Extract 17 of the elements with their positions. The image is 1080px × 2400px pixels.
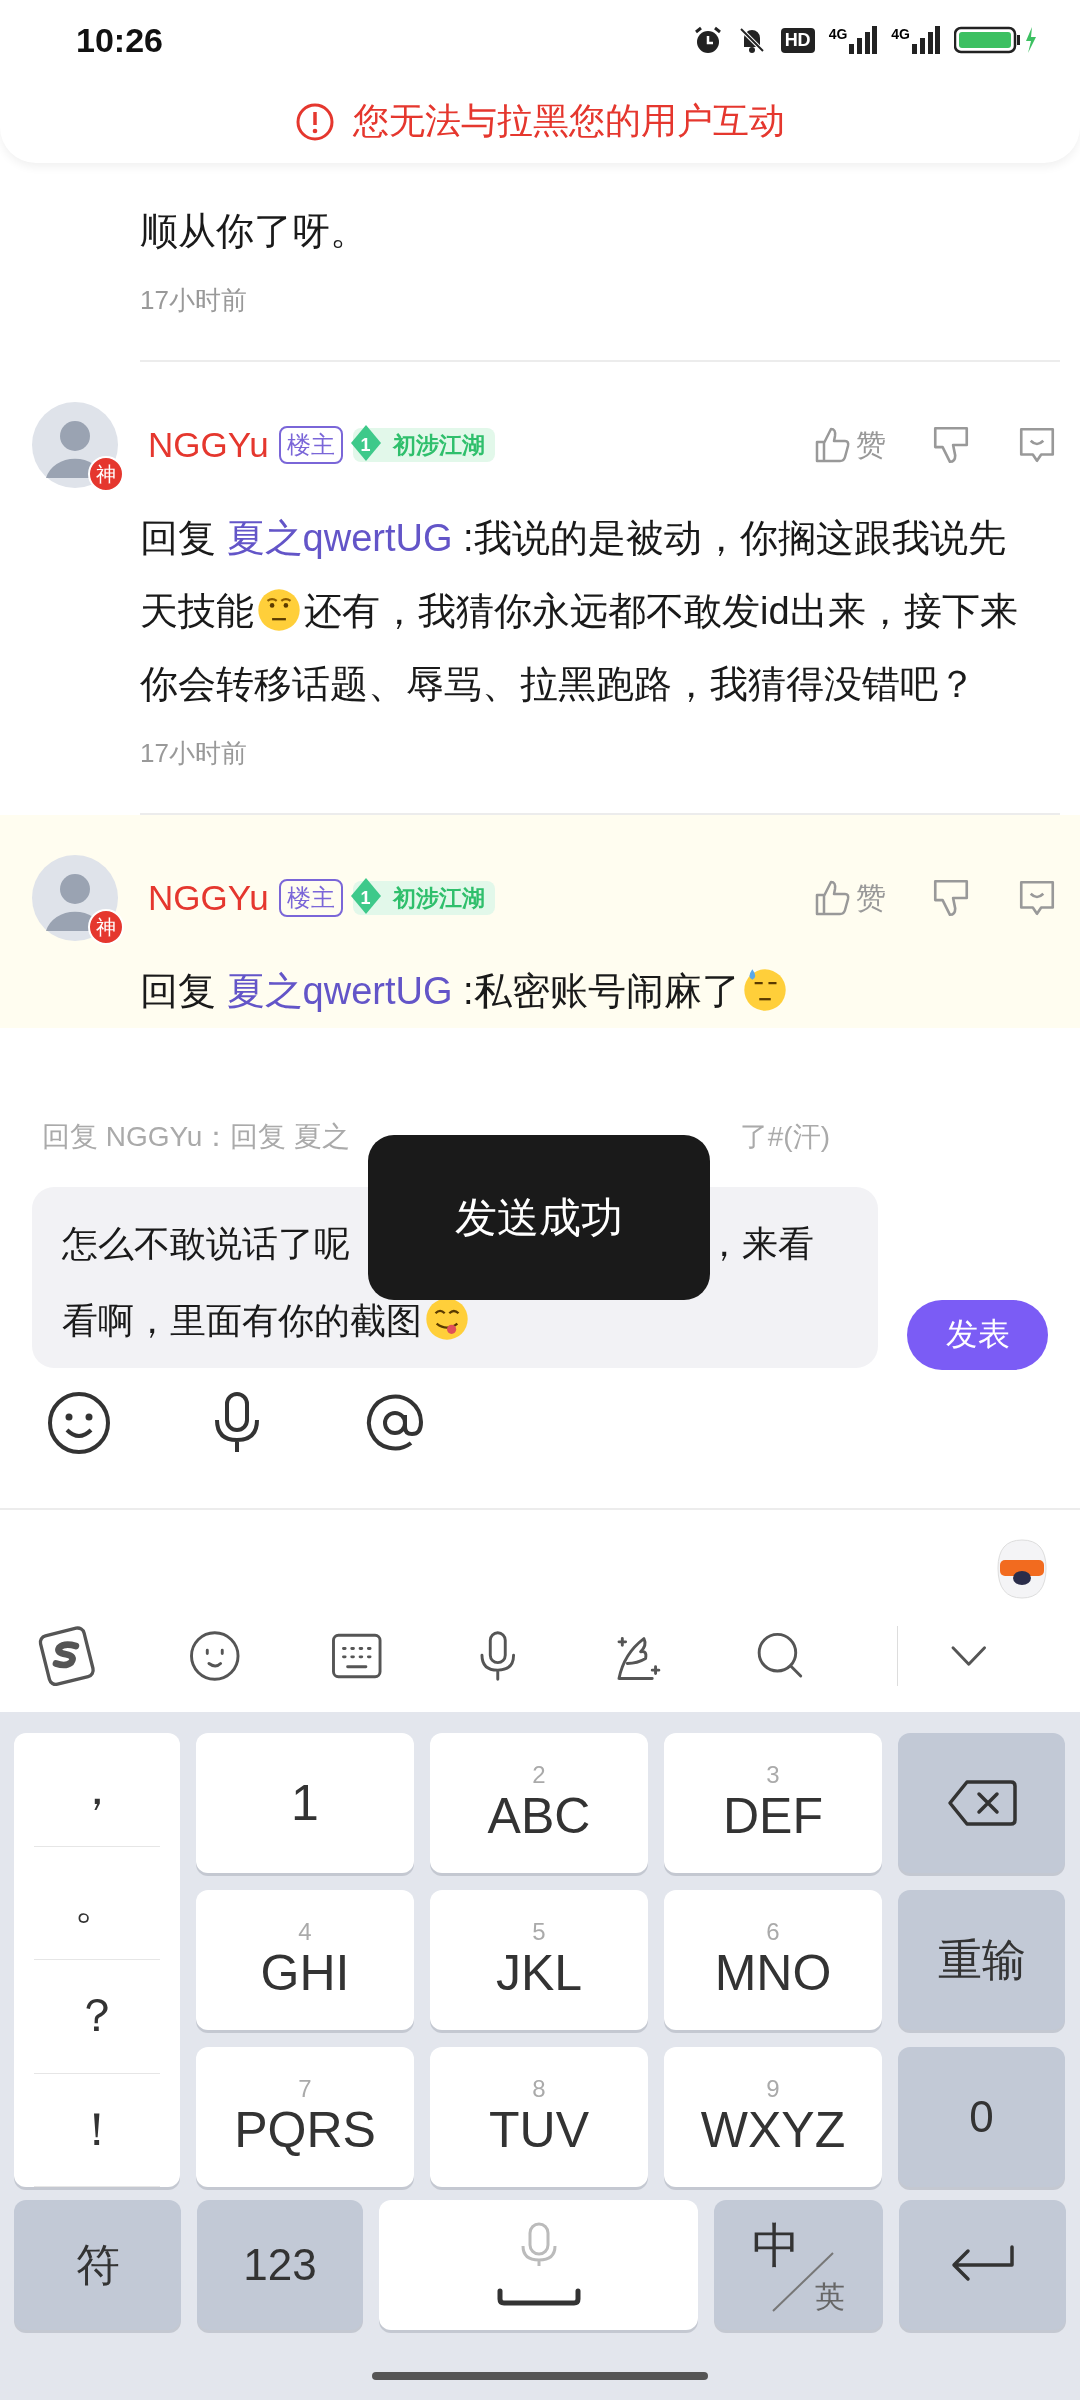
status-time: 10:26: [76, 20, 163, 60]
comment-time: 17小时前: [140, 284, 248, 317]
level-badge: 1 初涉江湖: [352, 428, 495, 462]
owner-badge: 楼主: [278, 879, 343, 917]
level-badge: 1 初涉江湖: [352, 881, 495, 915]
success-toast: 发送成功: [368, 1135, 710, 1300]
quoted-reply: 了#(汗): [739, 1120, 830, 1154]
comment-text: 回复 夏之qwertUG :我说的是被动，你搁这跟我说先天技能 还有，我猜你永远都不敢发id出来，接下来你会转移话题、辱骂、拉黑跑路，我猜得没错吧？: [140, 516, 1019, 707]
owner-badge: 楼主: [278, 426, 343, 464]
comment-text: 回复 夏之qwertUG :私密账号闹麻了: [140, 955, 1060, 1028]
blocked-notice: 您无法与拉黑您的用户互动: [353, 99, 785, 143]
comment-time: 17小时前: [140, 737, 248, 770]
comment-text: 顺从你了呀。: [140, 209, 369, 254]
avatar-badge: 神: [88, 456, 124, 492]
avatar-badge: 神: [88, 909, 124, 945]
hd-icon: HD: [780, 27, 815, 53]
quoted-reply: 回复 NGGYu：回复 夏之: [42, 1120, 351, 1154]
